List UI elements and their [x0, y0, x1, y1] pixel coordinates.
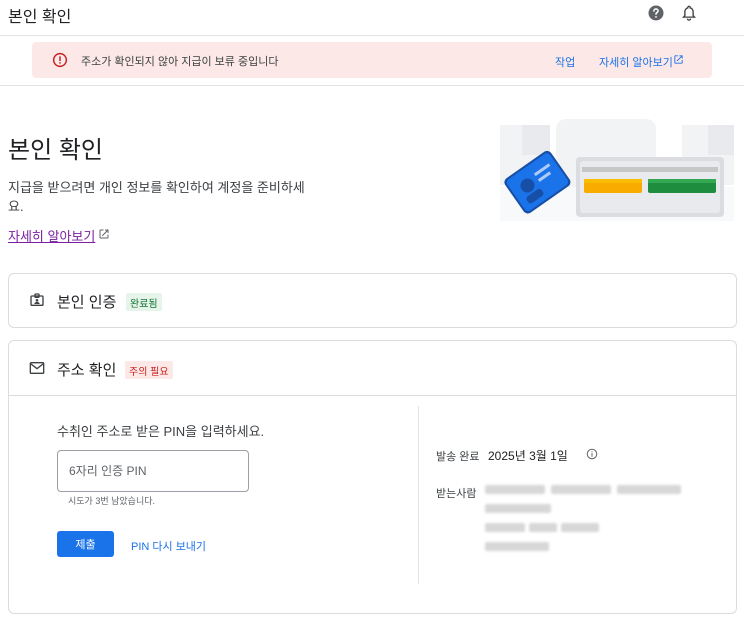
section-divider	[0, 85, 744, 86]
address-verification-card: 주소 확인 주의 필요 수취인 주소로 받은 PIN을 입력하세요. 시도가 3…	[8, 340, 737, 614]
status-badge: 주의 필요	[125, 361, 173, 379]
column-divider	[418, 406, 419, 584]
page-title: 본인 확인	[8, 137, 103, 164]
alert-learn-more-link[interactable]: 자세히 알아보기	[599, 54, 673, 70]
open-in-new-icon[interactable]	[673, 54, 684, 65]
top-bar: 본인 확인	[0, 0, 744, 36]
info-icon[interactable]	[586, 448, 598, 460]
bell-icon[interactable]	[680, 4, 698, 22]
mail-icon	[29, 362, 45, 374]
alert-action-link[interactable]: 작업	[555, 54, 575, 70]
open-in-new-icon[interactable]	[98, 228, 110, 240]
address-card-title: 주소 확인	[57, 362, 117, 379]
help-icon[interactable]	[647, 4, 665, 22]
submit-button[interactable]: 제출	[57, 531, 114, 557]
pin-prompt: 수취인 주소로 받은 PIN을 입력하세요.	[57, 424, 265, 439]
pin-input[interactable]	[57, 450, 249, 492]
attempts-remaining: 시도가 3번 남았습니다.	[68, 496, 156, 506]
wallet-id-illustration	[500, 119, 734, 221]
sent-date: 2025년 3월 1일	[488, 449, 568, 463]
learn-more-link[interactable]: 자세히 알아보기	[8, 226, 95, 245]
payment-hold-alert: 주소가 확인되지 않아 지급이 보류 중입니다 작업 자세히 알아보기	[32, 42, 712, 78]
alert-message: 주소가 확인되지 않아 지급이 보류 중입니다	[81, 56, 279, 68]
page-header-title: 본인 확인	[8, 9, 72, 26]
status-badge: 완료됨	[126, 293, 162, 311]
address-card-header[interactable]: 주소 확인 주의 필요	[9, 341, 736, 396]
identity-verification-card[interactable]: 본인 인증 완료됨	[8, 273, 737, 328]
resend-pin-link[interactable]: PIN 다시 보내기	[131, 538, 206, 554]
page-description: 지급을 받으려면 개인 정보를 확인하여 계정을 준비하세요.	[8, 180, 305, 214]
sent-label: 발송 완료	[436, 451, 480, 463]
error-icon	[52, 52, 68, 68]
identity-card-title: 본인 인증	[57, 294, 117, 311]
id-card-icon	[30, 293, 44, 306]
recipient-label: 받는사람	[436, 488, 477, 500]
